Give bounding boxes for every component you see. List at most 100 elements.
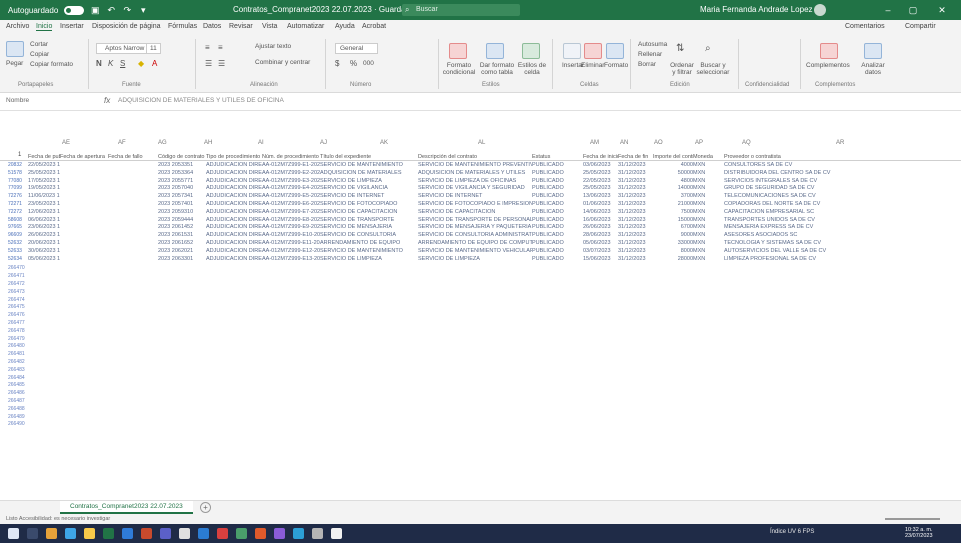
table-cell[interactable]: 2023 2055771	[158, 178, 206, 184]
weather-widget[interactable]: Índice UV 6 FPS	[770, 529, 814, 535]
column-header-cell[interactable]: Estatus	[532, 154, 583, 160]
row-number[interactable]: 266482	[8, 359, 25, 365]
table-cell[interactable]: ADQUISICION DE MATERIALES	[320, 170, 418, 176]
app-icon[interactable]	[293, 528, 304, 539]
fill-button[interactable]: Rellenar	[638, 51, 662, 58]
analyze-data-button[interactable]: Analizar datos	[856, 62, 890, 76]
table-cell[interactable]: SERVICIO DE MANTENIMIENTO	[320, 162, 418, 168]
row-number[interactable]: 266470	[8, 265, 25, 271]
row-number[interactable]: 266474	[8, 297, 25, 303]
table-cell[interactable]: 7500	[653, 209, 693, 215]
row-number[interactable]: 266480	[8, 343, 25, 349]
row-number[interactable]: 266481	[8, 351, 25, 357]
table-cell[interactable]: 2023 2057040	[158, 185, 206, 191]
app-icon[interactable]	[274, 528, 285, 539]
percent-button[interactable]: %	[350, 59, 357, 68]
table-cell[interactable]: 31/12/2023	[618, 224, 653, 230]
cut-button[interactable]: Cortar	[30, 41, 48, 48]
table-row[interactable]: 7709919/05/2023 16:12 2023 2057040ADJUDIC…	[0, 185, 961, 193]
customize-chevron-down-icon[interactable]: ▾	[138, 5, 148, 16]
table-cell[interactable]: AA-012M7Z999-E12-2023	[262, 248, 320, 254]
table-cell[interactable]: 25/05/2023	[583, 185, 618, 191]
column-header-cell[interactable]: Fecha de apertura	[60, 154, 108, 160]
format-cells-button[interactable]: Formato	[604, 62, 628, 69]
table-cell[interactable]: SERVICIO DE VIGILANCIA	[320, 185, 418, 191]
table-cell[interactable]: PUBLICADO	[532, 178, 583, 184]
table-cell[interactable]: SERVICIO DE CONSULTORIA ADMINISTRATIVA	[418, 232, 532, 238]
tab-disposicion[interactable]: Disposición de página	[92, 23, 161, 30]
row-number[interactable]: 266473	[8, 289, 25, 295]
row-number[interactable]: 72272	[8, 209, 26, 215]
find-icon[interactable]: ⌕	[705, 43, 711, 54]
table-cell[interactable]: 15000	[653, 217, 693, 223]
table-cell[interactable]: 14/06/2023	[583, 209, 618, 215]
table-cell[interactable]: 17/05/2023 16:27	[28, 178, 60, 184]
word-icon[interactable]	[122, 528, 133, 539]
app-icon[interactable]	[236, 528, 247, 539]
column-letter[interactable]: AF	[118, 140, 126, 146]
row-number[interactable]: 72276	[8, 193, 26, 199]
table-cell[interactable]: MENSAJERIA EXPRESS SA DE CV	[724, 224, 884, 230]
sort-filter-icon[interactable]: ⇅	[676, 43, 684, 54]
row-number[interactable]: 266475	[8, 304, 25, 310]
table-cell[interactable]: PUBLICADO	[532, 217, 583, 223]
table-cell[interactable]: AA-012M7Z999-E2-2023	[262, 170, 320, 176]
table-cell[interactable]: MXN	[693, 232, 724, 238]
addins-icon[interactable]	[820, 43, 838, 59]
table-cell[interactable]: SERVICIO DE CAPACITACION	[320, 209, 418, 215]
number-format-select[interactable]: General	[335, 43, 379, 54]
table-cell[interactable]: COPIADORAS DEL NORTE SA DE CV	[724, 201, 884, 207]
undo-icon[interactable]: ↶	[106, 5, 116, 16]
column-letter[interactable]: AH	[204, 140, 212, 146]
table-cell[interactable]: 03/07/2023	[583, 248, 618, 254]
tab-revisar[interactable]: Revisar	[229, 23, 253, 30]
powerpoint-icon[interactable]	[141, 528, 152, 539]
row-number[interactable]: 266490	[8, 421, 25, 427]
acrobat-icon[interactable]	[217, 528, 228, 539]
table-cell[interactable]: SERVICIO DE MANTENIMIENTO PREVENTIVO	[418, 162, 532, 168]
row-number[interactable]: 52634	[8, 256, 26, 262]
folder-icon[interactable]	[84, 528, 95, 539]
restore-button[interactable]: ▢	[905, 3, 921, 17]
table-cell[interactable]: 31/12/2023	[618, 201, 653, 207]
row-number[interactable]: 58608	[8, 217, 26, 223]
row-number[interactable]: 266488	[8, 406, 25, 412]
table-cell[interactable]: SERVICIO DE MENSAJERIA Y PAQUETERIA	[418, 224, 532, 230]
table-cell[interactable]: 2023 2057401	[158, 201, 206, 207]
table-cell[interactable]: PUBLICADO	[532, 224, 583, 230]
table-cell[interactable]: ADJUDICACION DIRECTA	[206, 193, 262, 199]
table-cell[interactable]: SERVICIO DE CAPACITACION	[418, 209, 532, 215]
tab-formulas[interactable]: Fórmulas	[168, 23, 197, 30]
table-cell[interactable]: 05/06/2023 15:11	[28, 256, 60, 262]
table-cell[interactable]: TRANSPORTES UNIDOS SA DE CV	[724, 217, 884, 223]
table-cell[interactable]: PUBLICADO	[532, 201, 583, 207]
table-cell[interactable]: 31/12/2023	[618, 240, 653, 246]
row-number[interactable]: 266489	[8, 414, 25, 420]
table-cell[interactable]: PUBLICADO	[532, 185, 583, 191]
table-cell[interactable]: ADJUDICACION DIRECTA	[206, 224, 262, 230]
tab-datos[interactable]: Datos	[203, 23, 221, 30]
format-painter-button[interactable]: Copiar formato	[30, 61, 73, 68]
table-cell[interactable]: SERVICIO DE MANTENIMIENTO VEHICULAR	[418, 248, 532, 254]
table-cell[interactable]: 31/12/2023	[618, 162, 653, 168]
table-cell[interactable]: SERVICIO DE INTERNET	[320, 193, 418, 199]
table-cell[interactable]: ARRENDAMIENTO DE EQUIPO DE COMPUTO	[418, 240, 532, 246]
table-cell[interactable]: 31/12/2023	[618, 185, 653, 191]
row-number[interactable]: 52633	[8, 248, 26, 254]
table-cell[interactable]: 20/06/2023 12:17	[28, 240, 60, 246]
table-cell[interactable]: SERVICIO DE MENSAJERIA	[320, 224, 418, 230]
search-input[interactable]: ⌕ Buscar	[402, 4, 520, 16]
row-number[interactable]: 77080	[8, 178, 26, 184]
delete-cells-button[interactable]: Eliminar	[581, 62, 604, 69]
close-button[interactable]: ✕	[934, 3, 950, 17]
table-row[interactable]: 5263330/06/2023 14:31 2023 2062021ADJUDIC…	[0, 248, 961, 256]
table-cell[interactable]: ADJUDICACION DIRECTA	[206, 178, 262, 184]
table-cell[interactable]: 2023 2053351	[158, 162, 206, 168]
copy-button[interactable]: Copiar	[30, 51, 49, 58]
search-icon[interactable]	[27, 528, 38, 539]
font-name-select[interactable]: Aptos Narrow	[96, 43, 154, 54]
table-cell[interactable]: PUBLICADO	[532, 193, 583, 199]
table-cell[interactable]: SERVICIO DE CONSULTORIA	[320, 232, 418, 238]
thousands-button[interactable]: 000	[363, 60, 374, 67]
table-cell[interactable]: AA-012M7Z999-E4-2023	[262, 185, 320, 191]
